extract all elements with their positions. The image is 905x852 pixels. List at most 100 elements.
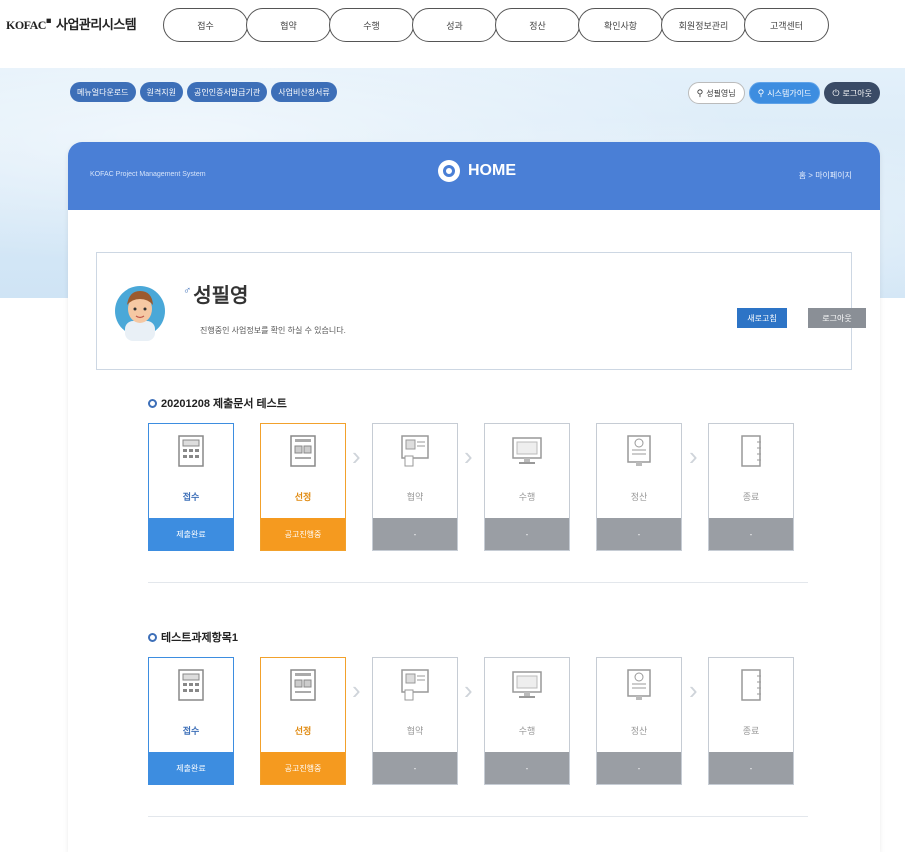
step-label: 정산: [630, 492, 648, 502]
refresh-button[interactable]: 새로고침: [737, 308, 787, 328]
page-title-text: HOME: [468, 162, 516, 179]
step-selection[interactable]: 선정 공고진행중: [260, 423, 346, 551]
step-complete[interactable]: 종료 -: [708, 657, 794, 785]
receipt-icon: [627, 669, 651, 700]
home-icon: [438, 160, 460, 182]
logout-button[interactable]: 로그아웃: [808, 308, 866, 328]
step-label: 접수: [182, 492, 200, 502]
nav-item-member-info[interactable]: 회원정보관리: [661, 8, 746, 42]
breadcrumb[interactable]: 홈 > 마이페이지: [799, 170, 852, 181]
process-steps: 접수 제출완료 선정 공고진행중 협약 - 수행 - 정산 - 종료 -: [148, 423, 820, 551]
step-label: 선정: [294, 492, 312, 502]
chevron-right-icon: ›: [464, 441, 473, 471]
step-status: -: [485, 752, 569, 784]
contract-icon: [401, 669, 429, 701]
step-status: -: [597, 518, 681, 550]
nav-item-check[interactable]: 확인사항: [578, 8, 663, 42]
step-label: 수행: [518, 726, 536, 736]
step-settlement[interactable]: 정산 -: [596, 657, 682, 785]
user-menu: ⚲ 성필영님 ⚲ 시스템가이드 ⏻ 로그아웃: [687, 82, 880, 104]
step-label: 수행: [518, 492, 536, 502]
monitor-icon: [512, 671, 542, 698]
site-logo[interactable]: KOFAC■ 사업관리시스템: [6, 14, 137, 33]
nav-item-result[interactable]: 성과: [412, 8, 497, 42]
chevron-right-icon: ›: [689, 675, 698, 705]
nav-item-receipt[interactable]: 접수: [163, 8, 248, 42]
receipt-icon: [627, 435, 651, 466]
step-receipt[interactable]: 접수 제출완료: [148, 657, 234, 785]
document-icon: [290, 669, 316, 701]
nav-item-execution[interactable]: 수행: [329, 8, 414, 42]
certificate-agency-link[interactable]: 공인인증서발급기관: [186, 82, 268, 102]
nav-item-agreement[interactable]: 협약: [246, 8, 331, 42]
chevron-right-icon: ›: [352, 441, 361, 471]
project-title-text: 20201208 제출문서 테스트: [161, 398, 287, 410]
step-receipt[interactable]: 접수 제출완료: [148, 423, 234, 551]
page-title: HOME: [438, 160, 516, 182]
monitor-icon: [512, 437, 542, 464]
nav-item-settlement[interactable]: 정산: [495, 8, 580, 42]
page: KOFAC■ 사업관리시스템 접수 협약 수행 성과 정산 확인사항 회원정보관…: [0, 0, 905, 852]
step-label: 협약: [406, 492, 424, 502]
budget-docs-link[interactable]: 사업비산정서류: [271, 82, 337, 102]
project-section: 20201208 제출문서 테스트 접수 제출완료 선정 공고진행중 협약 -: [148, 395, 808, 555]
step-status: -: [373, 752, 457, 784]
project-title: 테스트과제항목1: [148, 629, 808, 645]
logout-top-button[interactable]: ⏻ 로그아웃: [824, 82, 880, 104]
user-icon: ⚲: [696, 87, 704, 98]
logout-top-label: 로그아웃: [842, 88, 872, 98]
project-title-text: 테스트과제항목1: [161, 632, 238, 644]
step-status: 공고진행중: [261, 518, 345, 550]
calculator-icon: [178, 669, 204, 701]
manual-download-link[interactable]: 메뉴얼다운로드: [70, 82, 136, 102]
step-agreement[interactable]: 협약 -: [372, 423, 458, 551]
step-complete[interactable]: 종료 -: [708, 423, 794, 551]
step-status: 제출완료: [149, 518, 233, 550]
profile-name-text: 성필영: [193, 285, 249, 307]
step-label: 협약: [406, 726, 424, 736]
system-guide-label: 시스템가이드: [767, 88, 812, 98]
step-execution[interactable]: 수행 -: [484, 657, 570, 785]
step-status: 공고진행중: [261, 752, 345, 784]
step-label: 종료: [742, 492, 760, 502]
remote-support-link[interactable]: 원격지원: [139, 82, 183, 102]
system-guide-button[interactable]: ⚲ 시스템가이드: [748, 82, 821, 104]
step-settlement[interactable]: 정산 -: [596, 423, 682, 551]
user-icon: ⚲: [757, 87, 765, 98]
main-nav: 접수 협약 수행 성과 정산 확인사항 회원정보관리 고객센터: [163, 8, 829, 42]
bullet-icon: [148, 632, 157, 642]
step-execution[interactable]: 수행 -: [484, 423, 570, 551]
divider: [148, 816, 808, 817]
step-label: 접수: [182, 726, 200, 736]
power-icon: ⏻: [832, 87, 840, 98]
notebook-icon: [741, 669, 761, 701]
user-name-label: 성필영님: [706, 88, 736, 98]
chevron-right-icon: ›: [464, 675, 473, 705]
profile-name: ♂ 성필영: [183, 279, 248, 308]
system-name: 사업관리시스템: [56, 17, 137, 32]
chevron-right-icon: ›: [689, 441, 698, 471]
bullet-icon: [148, 398, 157, 408]
notebook-icon: [741, 435, 761, 467]
divider: [148, 582, 808, 583]
brand-name: KOFAC: [6, 18, 46, 32]
step-selection[interactable]: 선정 공고진행중: [260, 657, 346, 785]
step-status: -: [597, 752, 681, 784]
project-section: 테스트과제항목1 접수 제출완료 선정 공고진행중 협약 - 수행 - 정산 -…: [148, 629, 808, 789]
main-panel: KOFAC Project Management System HOME 홈 >…: [68, 142, 880, 852]
panel-subtitle: KOFAC Project Management System: [90, 171, 206, 178]
step-agreement[interactable]: 협약 -: [372, 657, 458, 785]
step-status: -: [709, 752, 793, 784]
male-icon: ♂: [183, 285, 192, 298]
top-header: KOFAC■ 사업관리시스템 접수 협약 수행 성과 정산 확인사항 회원정보관…: [0, 0, 905, 60]
chevron-right-icon: ›: [352, 675, 361, 705]
nav-item-customer-center[interactable]: 고객센터: [744, 8, 829, 42]
user-name-button[interactable]: ⚲ 성필영님: [687, 82, 745, 104]
document-icon: [290, 435, 316, 467]
panel-header: KOFAC Project Management System HOME 홈 >…: [68, 142, 880, 210]
calculator-icon: [178, 435, 204, 467]
step-status: 제출완료: [149, 752, 233, 784]
news-icon: ■: [45, 15, 51, 26]
step-status: -: [485, 518, 569, 550]
step-label: 정산: [630, 726, 648, 736]
